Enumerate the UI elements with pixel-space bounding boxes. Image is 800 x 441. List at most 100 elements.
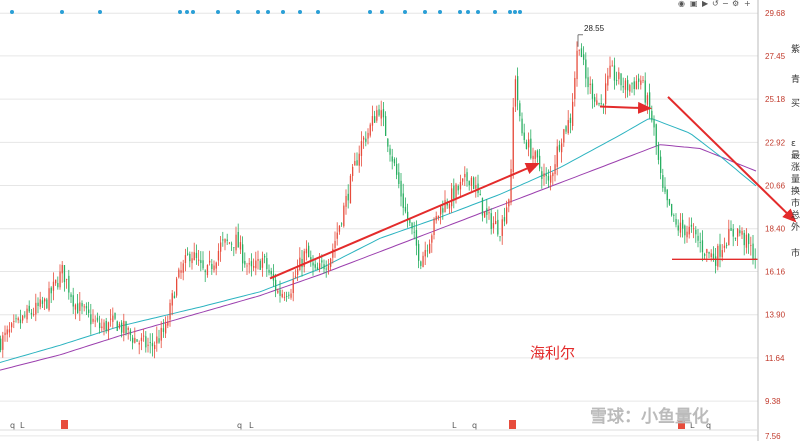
candle-body bbox=[343, 205, 345, 227]
candle bbox=[118, 321, 121, 330]
candle-body bbox=[253, 266, 255, 268]
candle bbox=[180, 261, 182, 279]
candle bbox=[649, 83, 651, 119]
candle-body bbox=[195, 252, 198, 258]
candle-body bbox=[68, 275, 70, 293]
event-dot bbox=[518, 10, 522, 14]
candle-body bbox=[316, 267, 319, 271]
candle-body bbox=[255, 260, 257, 269]
candle bbox=[679, 213, 682, 238]
undo-icon[interactable]: ↺ bbox=[712, 0, 719, 8]
candle-body bbox=[391, 156, 393, 162]
candle bbox=[233, 247, 235, 257]
candle-body bbox=[193, 252, 195, 261]
svg-text:ε: ε bbox=[791, 139, 796, 149]
candle-body bbox=[435, 216, 437, 221]
candle-body bbox=[206, 265, 209, 276]
candle bbox=[28, 300, 30, 314]
candle bbox=[191, 251, 193, 270]
candle-body bbox=[99, 322, 101, 329]
candle bbox=[305, 240, 308, 261]
candle bbox=[4, 325, 6, 342]
svg-text:换: 换 bbox=[791, 185, 800, 197]
candle-body bbox=[712, 253, 715, 260]
candle-body bbox=[382, 109, 385, 118]
candle bbox=[123, 313, 125, 342]
candle bbox=[13, 314, 15, 329]
candle bbox=[385, 111, 387, 136]
event-dot bbox=[476, 10, 480, 14]
candle-body bbox=[512, 107, 514, 173]
candle-body bbox=[266, 258, 268, 270]
candle-body bbox=[741, 230, 743, 235]
candle-body bbox=[499, 236, 501, 238]
event-dot bbox=[185, 10, 189, 14]
candle bbox=[96, 312, 99, 323]
candle bbox=[330, 257, 332, 271]
candle bbox=[215, 261, 217, 276]
eye-icon[interactable]: ◉ bbox=[678, 0, 685, 8]
camera-icon[interactable]: ▣ bbox=[690, 0, 698, 8]
candle bbox=[728, 219, 730, 246]
candle-body bbox=[356, 160, 358, 166]
candle bbox=[517, 67, 519, 111]
candle-body bbox=[411, 222, 413, 229]
candle bbox=[2, 331, 4, 358]
candle-body bbox=[431, 235, 433, 243]
stock-chart: 29.68 27.45 25.18 22.92 20.66 18.40 16.16 13.90… bbox=[0, 0, 800, 441]
candle-body bbox=[413, 231, 415, 233]
candle-body bbox=[704, 254, 706, 256]
candle-body bbox=[567, 120, 569, 134]
zoom-out-icon[interactable]: − bbox=[722, 0, 729, 8]
candle-body bbox=[11, 323, 13, 328]
play-icon[interactable]: ▶ bbox=[702, 0, 709, 8]
candle-body bbox=[162, 328, 165, 332]
candle-body bbox=[158, 338, 160, 343]
candle-body bbox=[618, 72, 620, 80]
candle-body bbox=[519, 103, 521, 117]
svg-text:L: L bbox=[249, 421, 254, 430]
candle bbox=[371, 105, 374, 132]
candle-body bbox=[292, 279, 294, 293]
candle bbox=[490, 208, 492, 235]
candle-body bbox=[242, 244, 244, 264]
candle-body bbox=[631, 83, 633, 85]
candle bbox=[539, 149, 541, 172]
zoom-in-icon[interactable]: + bbox=[744, 0, 751, 8]
candle bbox=[132, 334, 134, 350]
candle-body bbox=[110, 318, 112, 320]
candle bbox=[253, 258, 255, 272]
candle-body bbox=[81, 302, 83, 307]
candle bbox=[85, 302, 88, 315]
candle-body bbox=[556, 146, 558, 167]
candle-body bbox=[79, 302, 81, 311]
candle bbox=[345, 189, 347, 215]
candle bbox=[730, 220, 732, 231]
candle-body bbox=[462, 178, 464, 182]
candle bbox=[743, 230, 745, 256]
candle bbox=[418, 240, 420, 269]
candle-body bbox=[495, 221, 497, 225]
candle-body bbox=[486, 208, 488, 215]
candle bbox=[349, 173, 352, 204]
candle-body bbox=[695, 229, 697, 235]
candles bbox=[0, 41, 756, 359]
candle bbox=[666, 188, 668, 208]
candle bbox=[165, 316, 167, 339]
candle-body bbox=[737, 228, 739, 237]
candle bbox=[499, 235, 501, 242]
candle bbox=[519, 100, 521, 122]
candle bbox=[459, 174, 462, 198]
candle-body bbox=[699, 242, 701, 243]
svg-text:青: 青 bbox=[791, 73, 800, 85]
candle bbox=[616, 71, 618, 86]
candle-body bbox=[426, 250, 429, 252]
candle bbox=[41, 296, 44, 309]
candle-body bbox=[457, 185, 459, 191]
candle bbox=[301, 249, 303, 277]
candle bbox=[237, 223, 239, 248]
candle-body bbox=[398, 172, 400, 184]
candle-body bbox=[550, 175, 552, 183]
candle bbox=[325, 260, 327, 278]
settings-icon[interactable]: ⚙ bbox=[732, 0, 739, 8]
